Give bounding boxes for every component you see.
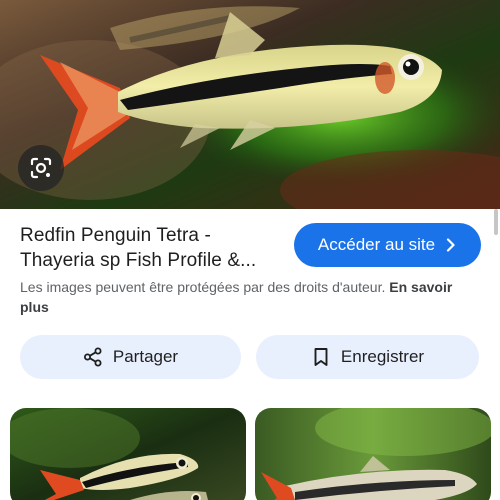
related-image-1[interactable] [10,408,246,500]
chevron-right-icon [445,238,457,252]
result-title[interactable]: Redfin Penguin Tetra - Thayeria sp Fish … [20,223,282,273]
share-icon [83,347,103,367]
related-image-2[interactable] [255,408,491,500]
bookmark-icon [311,347,331,367]
visit-site-button[interactable]: Accéder au site [294,223,481,267]
share-button[interactable]: Partager [20,335,241,379]
save-label: Enregistrer [340,347,425,366]
google-lens-icon [30,157,52,179]
visit-site-label: Accéder au site [317,235,436,254]
save-button[interactable]: Enregistrer [256,335,479,379]
fish-thumbnail [255,408,491,500]
share-label: Partager [112,347,179,366]
google-lens-button[interactable] [18,145,64,191]
copyright-text: Les images peuvent être protégées par de… [20,279,386,295]
scrollbar-thumb[interactable] [494,209,498,235]
fish-thumbnail [10,408,246,500]
fish-photo [0,0,500,209]
copyright-notice: Les images peuvent être protégées par de… [20,277,482,317]
main-image[interactable] [0,0,500,209]
